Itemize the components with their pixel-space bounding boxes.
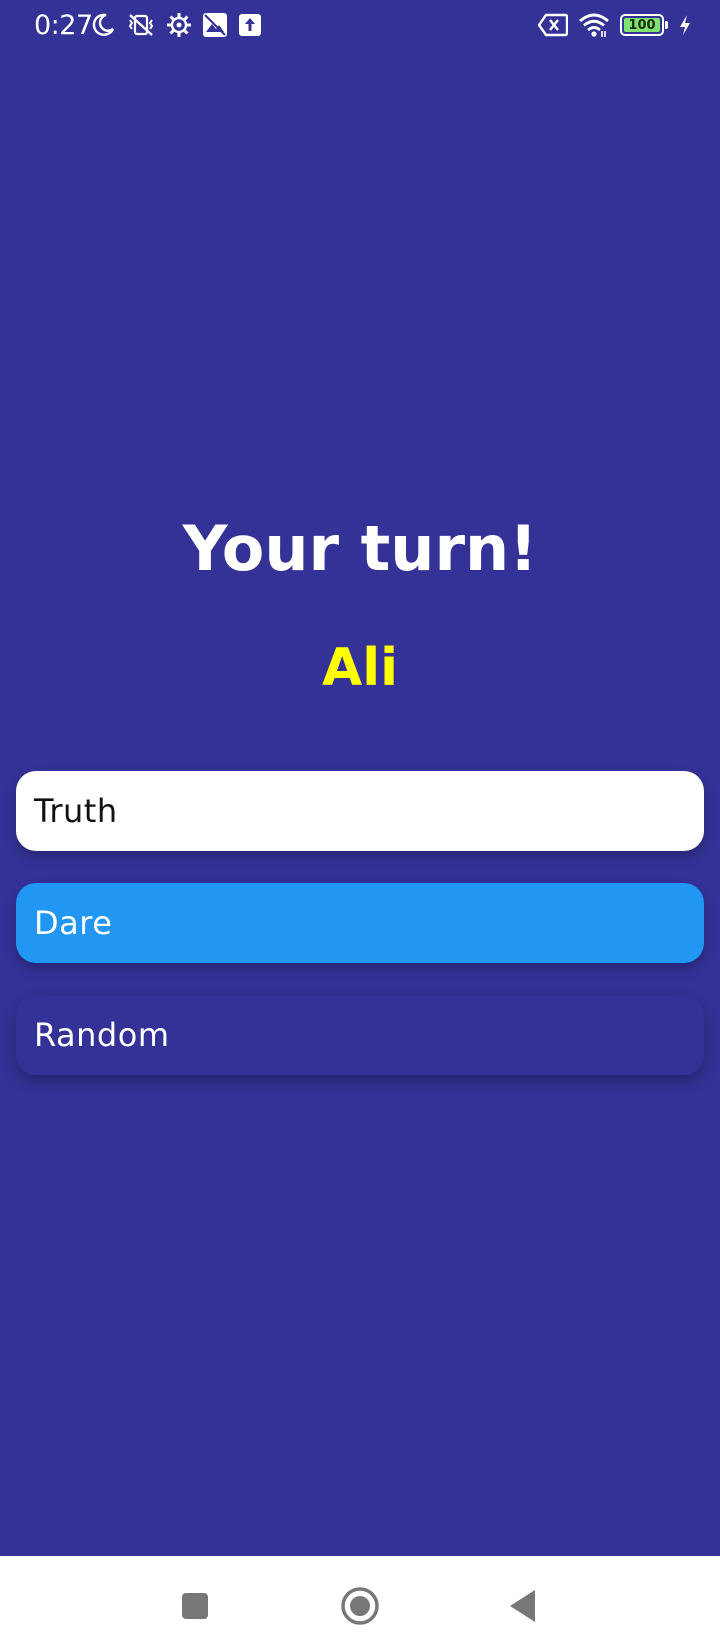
wifi-icon: [578, 12, 610, 38]
charging-icon: [678, 14, 692, 36]
vibrate-off-icon: [126, 12, 156, 38]
status-bar: 0:27 100: [0, 0, 720, 54]
photo-icon: [202, 12, 228, 38]
back-triangle-icon: [510, 1590, 535, 1622]
upload-icon: [238, 13, 262, 37]
battery-level: 100: [628, 17, 656, 33]
recents-button[interactable]: [175, 1586, 215, 1626]
page-title: Your turn!: [182, 512, 538, 585]
settings-icon: [166, 12, 192, 38]
status-time: 0:27: [34, 10, 93, 41]
player-name: Ali: [322, 638, 398, 698]
battery-icon: 100: [620, 14, 668, 36]
random-button[interactable]: Random: [16, 995, 704, 1075]
circle-icon: [341, 1587, 379, 1625]
status-icons-left: [90, 12, 262, 38]
no-sim-icon: [538, 13, 568, 37]
back-button[interactable]: [505, 1586, 545, 1626]
home-button[interactable]: [340, 1586, 380, 1626]
status-icons-right: 100: [538, 12, 692, 38]
navigation-bar: [0, 1556, 720, 1650]
dare-button[interactable]: Dare: [16, 883, 704, 963]
square-icon: [182, 1593, 208, 1619]
moon-icon: [90, 12, 116, 38]
truth-button[interactable]: Truth: [16, 771, 704, 851]
